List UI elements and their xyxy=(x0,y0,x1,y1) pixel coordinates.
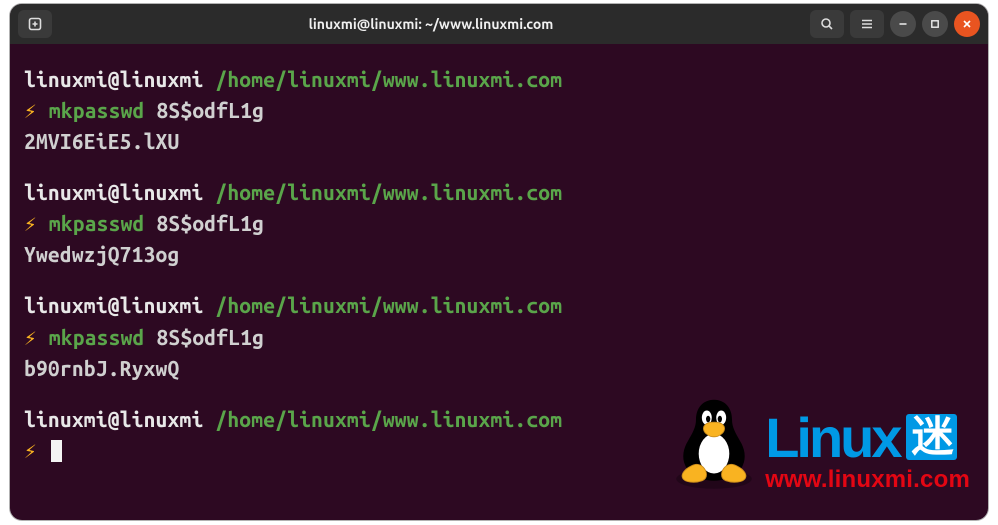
prompt-symbol: ⚡ xyxy=(24,98,37,122)
prompt-user: linuxmi@linuxmi xyxy=(24,293,203,317)
cursor xyxy=(51,440,62,462)
prompt-symbol: ⚡ xyxy=(24,325,37,349)
new-tab-button[interactable] xyxy=(18,10,52,38)
command-line: ⚡ mkpasswd 8S$odfL1g xyxy=(24,322,974,353)
prompt-path: /home/linuxmi/www.linuxmi.com xyxy=(215,407,562,431)
command-output: b90rnbJ.RyxwQ xyxy=(24,353,974,384)
prompt-line: linuxmi@linuxmi /home/linuxmi/www.linuxm… xyxy=(24,64,974,95)
prompt-path: /home/linuxmi/www.linuxmi.com xyxy=(215,67,562,91)
command: mkpasswd xyxy=(49,211,145,235)
titlebar: linuxmi@linuxmi: ~/www.linuxmi.com xyxy=(10,4,988,44)
prompt-symbol: ⚡ xyxy=(24,438,37,462)
prompt-line: linuxmi@linuxmi /home/linuxmi/www.linuxm… xyxy=(24,177,974,208)
minimize-button[interactable] xyxy=(890,11,916,37)
input-line[interactable]: ⚡ xyxy=(24,435,974,466)
command-line: ⚡ mkpasswd 8S$odfL1g xyxy=(24,95,974,126)
command-block: linuxmi@linuxmi /home/linuxmi/www.linuxm… xyxy=(24,64,974,157)
menu-button[interactable] xyxy=(850,10,884,38)
prompt-symbol: ⚡ xyxy=(24,211,37,235)
terminal-body[interactable]: linuxmi@linuxmi /home/linuxmi/www.linuxm… xyxy=(10,44,988,520)
search-button[interactable] xyxy=(810,10,844,38)
prompt-path: /home/linuxmi/www.linuxmi.com xyxy=(215,293,562,317)
command: mkpasswd xyxy=(49,325,145,349)
maximize-button[interactable] xyxy=(922,11,948,37)
command-arg: 8S$odfL1g xyxy=(156,211,264,235)
prompt-user: linuxmi@linuxmi xyxy=(24,407,203,431)
watermark-url: www.linuxmi.com xyxy=(765,468,970,492)
command-block: linuxmi@linuxmi /home/linuxmi/www.linuxm… xyxy=(24,177,974,270)
command-line: ⚡ mkpasswd 8S$odfL1g xyxy=(24,208,974,239)
command-output: 2MVI6EiE5.lXU xyxy=(24,126,974,157)
close-button[interactable] xyxy=(954,11,980,37)
prompt-user: linuxmi@linuxmi xyxy=(24,67,203,91)
active-prompt: linuxmi@linuxmi /home/linuxmi/www.linuxm… xyxy=(24,404,974,466)
command: mkpasswd xyxy=(49,98,145,122)
prompt-user: linuxmi@linuxmi xyxy=(24,180,203,204)
command-arg: 8S$odfL1g xyxy=(156,325,264,349)
window-title: linuxmi@linuxmi: ~/www.linuxmi.com xyxy=(58,16,804,32)
prompt-line: linuxmi@linuxmi /home/linuxmi/www.linuxm… xyxy=(24,404,974,435)
command-arg: 8S$odfL1g xyxy=(156,98,264,122)
prompt-path: /home/linuxmi/www.linuxmi.com xyxy=(215,180,562,204)
prompt-line: linuxmi@linuxmi /home/linuxmi/www.linuxm… xyxy=(24,290,974,321)
terminal-window: linuxmi@linuxmi: ~/www.linuxmi.com xyxy=(10,4,988,520)
command-output: YwedwzjQ713og xyxy=(24,239,974,270)
command-block: linuxmi@linuxmi /home/linuxmi/www.linuxm… xyxy=(24,290,974,383)
